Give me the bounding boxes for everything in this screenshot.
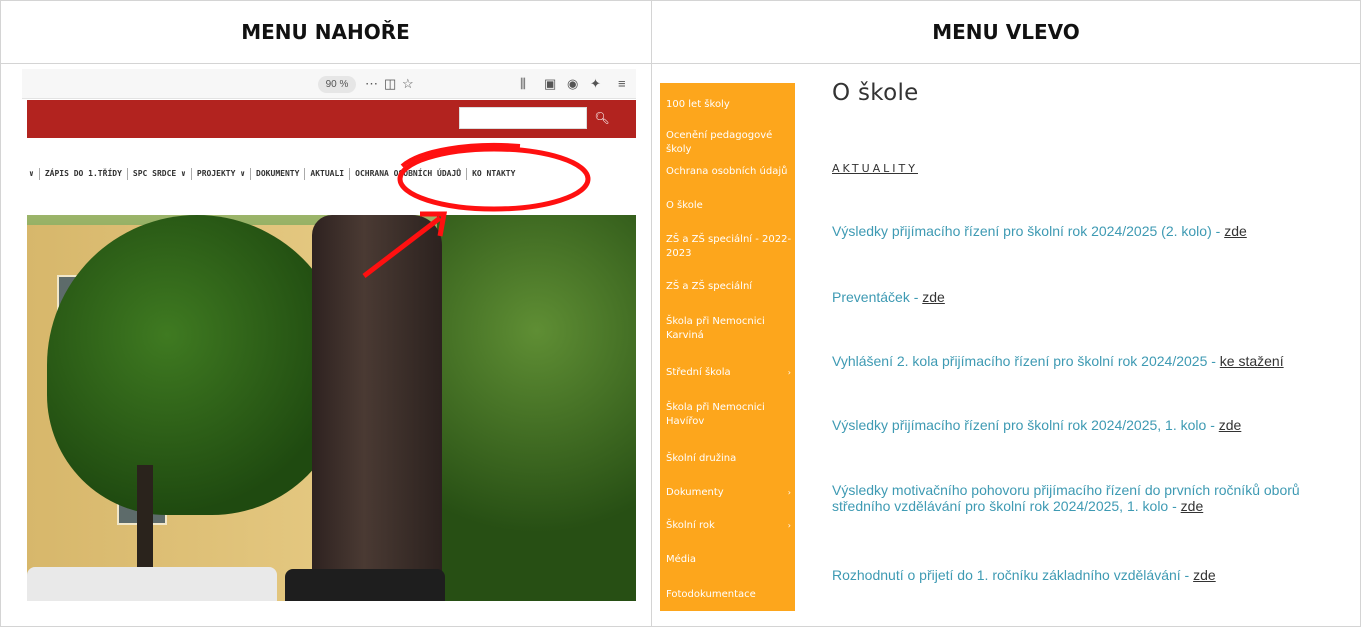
tree-left xyxy=(47,215,347,515)
submenu-arrow-icon: › xyxy=(787,488,791,497)
left-menu-item[interactable]: Školní družina xyxy=(666,452,794,466)
left-menu-item-label: O škole xyxy=(666,200,703,211)
news-item: Vyhlášení 2. kola přijímacího řízení pro… xyxy=(832,353,1352,369)
news-item-text: Výsledky přijímacího řízení pro školní r… xyxy=(832,223,1225,239)
left-menu-item-label: 100 let školy xyxy=(666,99,730,110)
top-menu-item[interactable]: OCHRANA OSOBNÍCH ÚDAJŮ xyxy=(350,168,468,180)
bookmark-star-icon[interactable]: ☆ xyxy=(402,74,414,94)
left-menu-item-label: Fotodokumentace xyxy=(666,589,756,600)
site-top-menu: ∨ ZÁPIS DO 1.TŘÍDY SPC SRDCE ∨ PROJEKTY ∨ DO… xyxy=(22,161,636,187)
news-item: Výsledky motivačního pohovoru přijímacíh… xyxy=(832,482,1352,514)
browser-toolbar: 90 % ⋯ ◫ ☆ ⫼ ▣ ◉ ✦ ≡ xyxy=(22,69,636,99)
search-button[interactable]: 🔍︎ xyxy=(589,107,615,129)
left-menu-item-label: Ocenění pedagogové školy xyxy=(666,130,773,155)
left-menu-item[interactable]: 100 let školy xyxy=(666,98,794,112)
left-menu-item[interactable]: Střední škola › xyxy=(666,366,794,380)
table-border-top xyxy=(0,0,1361,1)
top-menu-item[interactable]: PROJEKTY ∨ xyxy=(192,168,252,180)
submenu-arrow-icon: › xyxy=(787,368,791,377)
top-menu-item[interactable]: SPC SRDCE ∨ xyxy=(128,168,192,180)
section-heading[interactable]: AKTUALITY xyxy=(832,162,918,175)
left-menu-item-label: Školní družina xyxy=(666,453,737,464)
table-border-header xyxy=(0,63,1361,64)
car-dark xyxy=(285,569,445,601)
menu-icon[interactable]: ≡ xyxy=(618,74,626,94)
tree-right xyxy=(437,215,636,601)
news-item-text: Vyhlášení 2. kola přijímacího řízení pro… xyxy=(832,353,1220,369)
left-menu-item-label: Střední škola xyxy=(666,367,731,378)
news-item: Výsledky přijímacího řízení pro školní r… xyxy=(832,223,1352,239)
news-item-text: Rozhodnutí o přijetí do 1. ročníku zákla… xyxy=(832,567,1194,583)
left-menu-item[interactable]: Média xyxy=(666,553,794,567)
table-border-left xyxy=(0,0,1,627)
left-menu-item-label: Škola při Nemocnici Karviná xyxy=(666,316,765,341)
left-menu-item[interactable]: ZŠ a ZŠ speciální - 2022-2023 xyxy=(666,233,794,261)
left-menu-item-label: Škola při Nemocnici Havířov xyxy=(666,402,765,427)
browser-screenshot: 90 % ⋯ ◫ ☆ ⫼ ▣ ◉ ✦ ≡ 🔍︎ ∨ ZÁPIS DO 1.TŘÍD… xyxy=(22,69,636,610)
header-menu-left: MENU VLEVO xyxy=(932,20,1080,44)
zoom-indicator[interactable]: 90 % xyxy=(318,76,356,93)
top-menu-item[interactable]: ∨ xyxy=(24,168,40,180)
news-item-link[interactable]: zde xyxy=(1181,498,1204,514)
left-menu-item[interactable]: Ochrana osobních údajů xyxy=(666,165,794,179)
more-icon[interactable]: ⋯ xyxy=(365,74,378,94)
left-menu-item-label: ZŠ a ZŠ speciální xyxy=(666,281,753,292)
left-menu-item[interactable]: Škola při Nemocnici Karviná xyxy=(666,315,794,343)
submenu-arrow-icon: › xyxy=(787,521,791,530)
left-menu-item[interactable]: Škola při Nemocnici Havířov xyxy=(666,401,794,429)
extension-icon[interactable]: ✦ xyxy=(590,74,601,94)
left-menu: 100 let školy Ocenění pedagogové školy Och… xyxy=(660,83,795,611)
school-photo xyxy=(27,215,636,601)
news-item-text: Preventáček - xyxy=(832,289,923,305)
header-menu-top: MENU NAHOŘE xyxy=(241,20,410,44)
news-item-link[interactable]: zde xyxy=(1193,567,1216,583)
left-menu-item[interactable]: ZŠ a ZŠ speciální xyxy=(666,280,794,294)
news-item-link[interactable]: ke stažení xyxy=(1220,353,1284,369)
left-menu-item-label: Ochrana osobních údajů xyxy=(666,166,788,177)
top-menu-item[interactable]: KO NTAKTY xyxy=(467,168,520,180)
page-title: O škole xyxy=(832,80,919,106)
left-menu-item[interactable]: O škole xyxy=(666,199,794,213)
account-icon[interactable]: ◉ xyxy=(567,74,578,94)
news-item-link[interactable]: zde xyxy=(1219,417,1242,433)
left-menu-item[interactable]: Školní rok › xyxy=(666,519,794,533)
car-white xyxy=(27,567,277,601)
pocket-icon[interactable]: ◫ xyxy=(384,74,396,94)
table-border-middle xyxy=(651,0,652,627)
news-item: Rozhodnutí o přijetí do 1. ročníku zákla… xyxy=(832,567,1352,583)
news-item-link[interactable]: zde xyxy=(922,289,945,305)
left-menu-item-label: Média xyxy=(666,554,697,565)
search-input[interactable] xyxy=(459,107,587,129)
top-menu-item[interactable]: ZÁPIS DO 1.TŘÍDY xyxy=(40,168,128,180)
left-menu-item-label: Školní rok xyxy=(666,520,715,531)
news-item-text: Výsledky přijímacího řízení pro školní r… xyxy=(832,417,1219,433)
news-item: Výsledky přijímacího řízení pro školní r… xyxy=(832,417,1352,433)
left-menu-item[interactable]: Dokumenty › xyxy=(666,486,794,500)
news-item-text: Výsledky motivačního pohovoru přijímacíh… xyxy=(832,482,1300,514)
library-icon[interactable]: ⫼ xyxy=(520,74,526,94)
news-item: Preventáček - zde xyxy=(832,289,1352,305)
news-item-link[interactable]: zde xyxy=(1224,223,1247,239)
top-menu-item[interactable]: DOKUMENTY xyxy=(251,168,306,180)
left-menu-item[interactable]: Fotodokumentace xyxy=(666,588,794,602)
left-menu-item-label: Dokumenty xyxy=(666,487,724,498)
sidebar-icon[interactable]: ▣ xyxy=(544,74,556,94)
tree-trunk-right xyxy=(312,215,442,601)
top-menu-item[interactable]: AKTUALI xyxy=(305,168,351,180)
search-icon: 🔍︎ xyxy=(594,111,610,125)
left-menu-item-label: ZŠ a ZŠ speciální - 2022-2023 xyxy=(666,234,792,259)
left-menu-item[interactable]: Ocenění pedagogové školy xyxy=(666,129,794,157)
